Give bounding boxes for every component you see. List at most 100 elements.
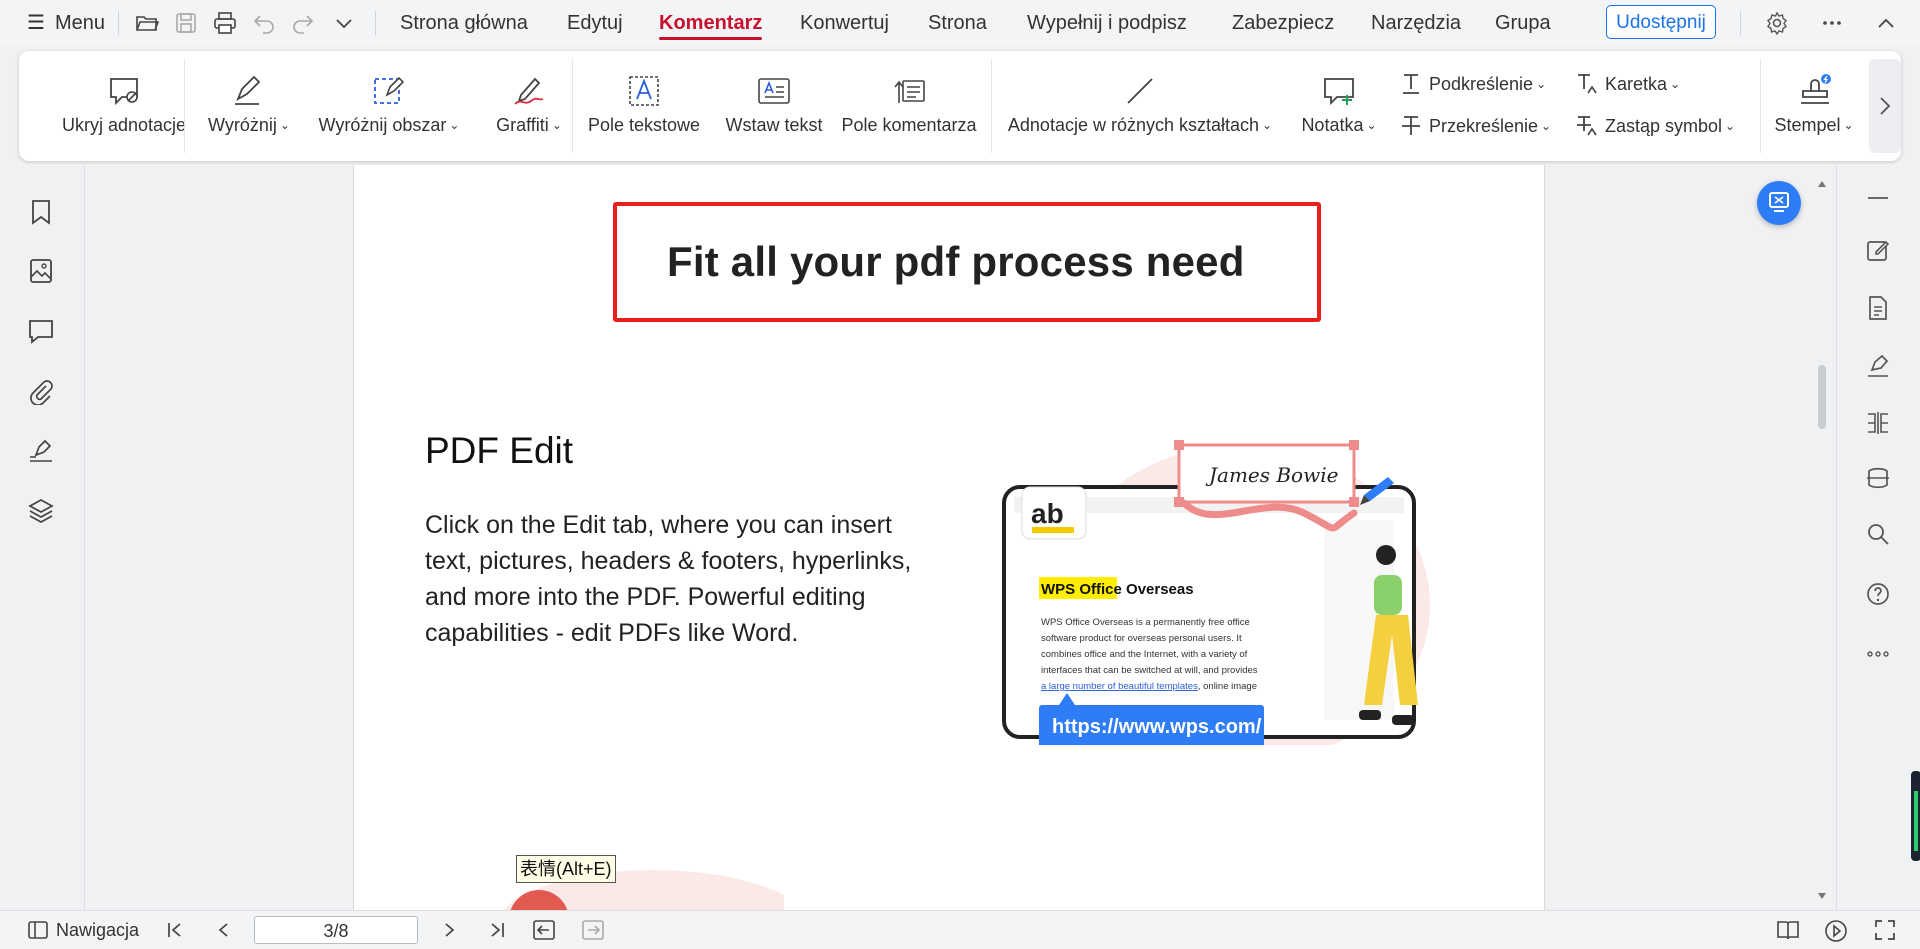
- previous-page-icon[interactable]: [215, 921, 233, 939]
- insert-text-button[interactable]: Wstaw tekst: [719, 51, 829, 161]
- signature-text: James Bowie: [1205, 463, 1338, 487]
- minus-icon[interactable]: [1865, 185, 1891, 211]
- search-icon[interactable]: [1865, 521, 1891, 547]
- open-folder-icon[interactable]: [135, 11, 159, 35]
- emoji-tooltip: 表情(Alt+E): [516, 855, 616, 883]
- pen-sign-icon[interactable]: [1865, 353, 1891, 379]
- underline-button[interactable]: Podkreślenie ⌄: [1399, 69, 1549, 99]
- vertical-scrollbar[interactable]: [1815, 173, 1829, 908]
- divider: [184, 59, 185, 153]
- attachment-icon[interactable]: [27, 377, 55, 405]
- navigation-panel-icon: [28, 921, 48, 939]
- layers-icon[interactable]: [27, 497, 55, 525]
- tab-edit[interactable]: Edytuj: [567, 0, 623, 46]
- scrollbar-thumb[interactable]: [1818, 365, 1826, 429]
- back-view-icon[interactable]: [533, 920, 555, 940]
- divider: [991, 59, 992, 153]
- more-icon[interactable]: [1865, 641, 1891, 667]
- image-icon[interactable]: [27, 257, 55, 285]
- translate-icon: [1769, 192, 1789, 212]
- scan-icon[interactable]: [1865, 465, 1891, 491]
- tab-protect[interactable]: Zabezpiecz: [1232, 0, 1334, 46]
- bookmark-icon[interactable]: [27, 198, 55, 226]
- translate-float-button[interactable]: [1757, 181, 1801, 225]
- right-sidebar: [1836, 165, 1920, 910]
- reading-mode-icon[interactable]: [1776, 919, 1800, 941]
- signature-handle: [1349, 440, 1359, 450]
- person-torso: [1374, 575, 1402, 615]
- navigation-label: Nawigacja: [56, 920, 140, 940]
- area-highlight-label: Wyróżnij obszar ⌄: [318, 115, 460, 135]
- text-box-button[interactable]: Pole tekstowe: [584, 51, 704, 161]
- shape-annotations-button[interactable]: Adnotacje w różnych kształtach ⌄: [1005, 51, 1275, 161]
- strikethrough-button[interactable]: Przekreślenie ⌄: [1399, 111, 1552, 141]
- divider: [375, 11, 376, 35]
- compare-icon[interactable]: [1865, 410, 1891, 436]
- save-icon[interactable]: [174, 11, 198, 35]
- note-button[interactable]: Notatka ⌄: [1289, 51, 1389, 161]
- stamp-label: Stempel ⌄: [1774, 115, 1854, 135]
- caret-insert-icon: [1578, 74, 1597, 94]
- area-highlight-button[interactable]: Wyróżnij obszar ⌄: [309, 51, 469, 161]
- area-highlight-icon: [374, 76, 405, 104]
- undo-icon[interactable]: [252, 11, 276, 35]
- replace-symbol-label: Zastąp symbol ⌄: [1605, 116, 1736, 136]
- tab-tools[interactable]: Narzędzia: [1371, 0, 1461, 46]
- forward-view-icon[interactable]: [582, 920, 604, 940]
- tab-group[interactable]: Grupa: [1495, 0, 1551, 46]
- next-page-icon[interactable]: [440, 921, 458, 939]
- note-label: Notatka ⌄: [1301, 115, 1377, 135]
- tab-fill-sign[interactable]: Wypełnij i podpisz: [1027, 0, 1187, 46]
- tab-home[interactable]: Strona główna: [400, 0, 528, 46]
- graffiti-button[interactable]: Graffiti ⌄: [479, 51, 579, 161]
- pdf-edit-illustration: ab WPS Office Overseas WPS Office Overse…: [1002, 440, 1430, 745]
- help-icon[interactable]: [1865, 581, 1891, 607]
- play-icon[interactable]: [1824, 919, 1848, 943]
- line-shape-icon: [1127, 78, 1153, 104]
- page-headline: Fit all your pdf process need: [667, 238, 1245, 285]
- settings-icon[interactable]: [1765, 11, 1789, 35]
- edit-icon[interactable]: [1865, 237, 1891, 263]
- note-add-icon: [1324, 78, 1354, 106]
- underline-icon: [1403, 74, 1419, 94]
- comment-icon[interactable]: [27, 317, 55, 345]
- section-title: PDF Edit: [425, 430, 574, 471]
- doc-line-3: combines office and the Internet, with a…: [1041, 649, 1248, 660]
- ribbon-toolbar: Ukryj adnotacje Wyróżnij ⌄ Wyróżnij obsza…: [19, 51, 1901, 161]
- replace-symbol-button[interactable]: Zastąp symbol ⌄: [1575, 111, 1745, 141]
- tab-page[interactable]: Strona: [928, 0, 987, 46]
- stamp-button[interactable]: Stempel ⌄: [1769, 51, 1859, 161]
- redo-icon[interactable]: [291, 11, 315, 35]
- last-page-icon[interactable]: [488, 921, 506, 939]
- caret-button[interactable]: Karetka ⌄: [1575, 69, 1705, 99]
- collapse-icon[interactable]: [1874, 11, 1898, 35]
- headline-annotation-box[interactable]: Fit all your pdf process need: [613, 202, 1321, 322]
- comment-box-button[interactable]: Pole komentarza: [837, 51, 981, 161]
- chevron-right-icon: [1880, 97, 1891, 115]
- doc-line-4: interfaces that can be switched at will,…: [1041, 665, 1258, 676]
- caret-label: Karetka ⌄: [1605, 74, 1681, 94]
- share-button[interactable]: Udostępnij: [1606, 5, 1716, 39]
- tab-comment[interactable]: Komentarz: [659, 0, 763, 46]
- person-head: [1376, 545, 1396, 565]
- chevron-down-icon[interactable]: [332, 11, 356, 35]
- strikethrough-label: Przekreślenie ⌄: [1429, 116, 1552, 136]
- doc-line-2: software product for overseas personal u…: [1041, 633, 1242, 644]
- first-page-icon[interactable]: [166, 921, 184, 939]
- tab-convert[interactable]: Konwertuj: [800, 0, 889, 46]
- print-icon[interactable]: [213, 11, 237, 35]
- ribbon-scroll-right-button[interactable]: [1869, 59, 1901, 153]
- fullscreen-icon[interactable]: [1874, 919, 1896, 941]
- text-box-label: Pole tekstowe: [587, 115, 701, 135]
- more-icon[interactable]: [1820, 11, 1844, 35]
- signature-icon[interactable]: [27, 437, 55, 465]
- page-number-input[interactable]: 3/8: [254, 916, 418, 944]
- insert-text-icon: [758, 78, 790, 104]
- document-convert-icon[interactable]: [1865, 295, 1891, 321]
- status-bar: Nawigacja 3/8: [0, 910, 1920, 949]
- divider: [1740, 11, 1741, 35]
- hamburger-icon: ☰: [27, 12, 45, 34]
- section-body: Click on the Edit tab, where you can ins…: [425, 511, 912, 647]
- menu-button[interactable]: ☰ Menu: [27, 0, 105, 46]
- highlight-button[interactable]: Wyróżnij ⌄: [199, 51, 299, 161]
